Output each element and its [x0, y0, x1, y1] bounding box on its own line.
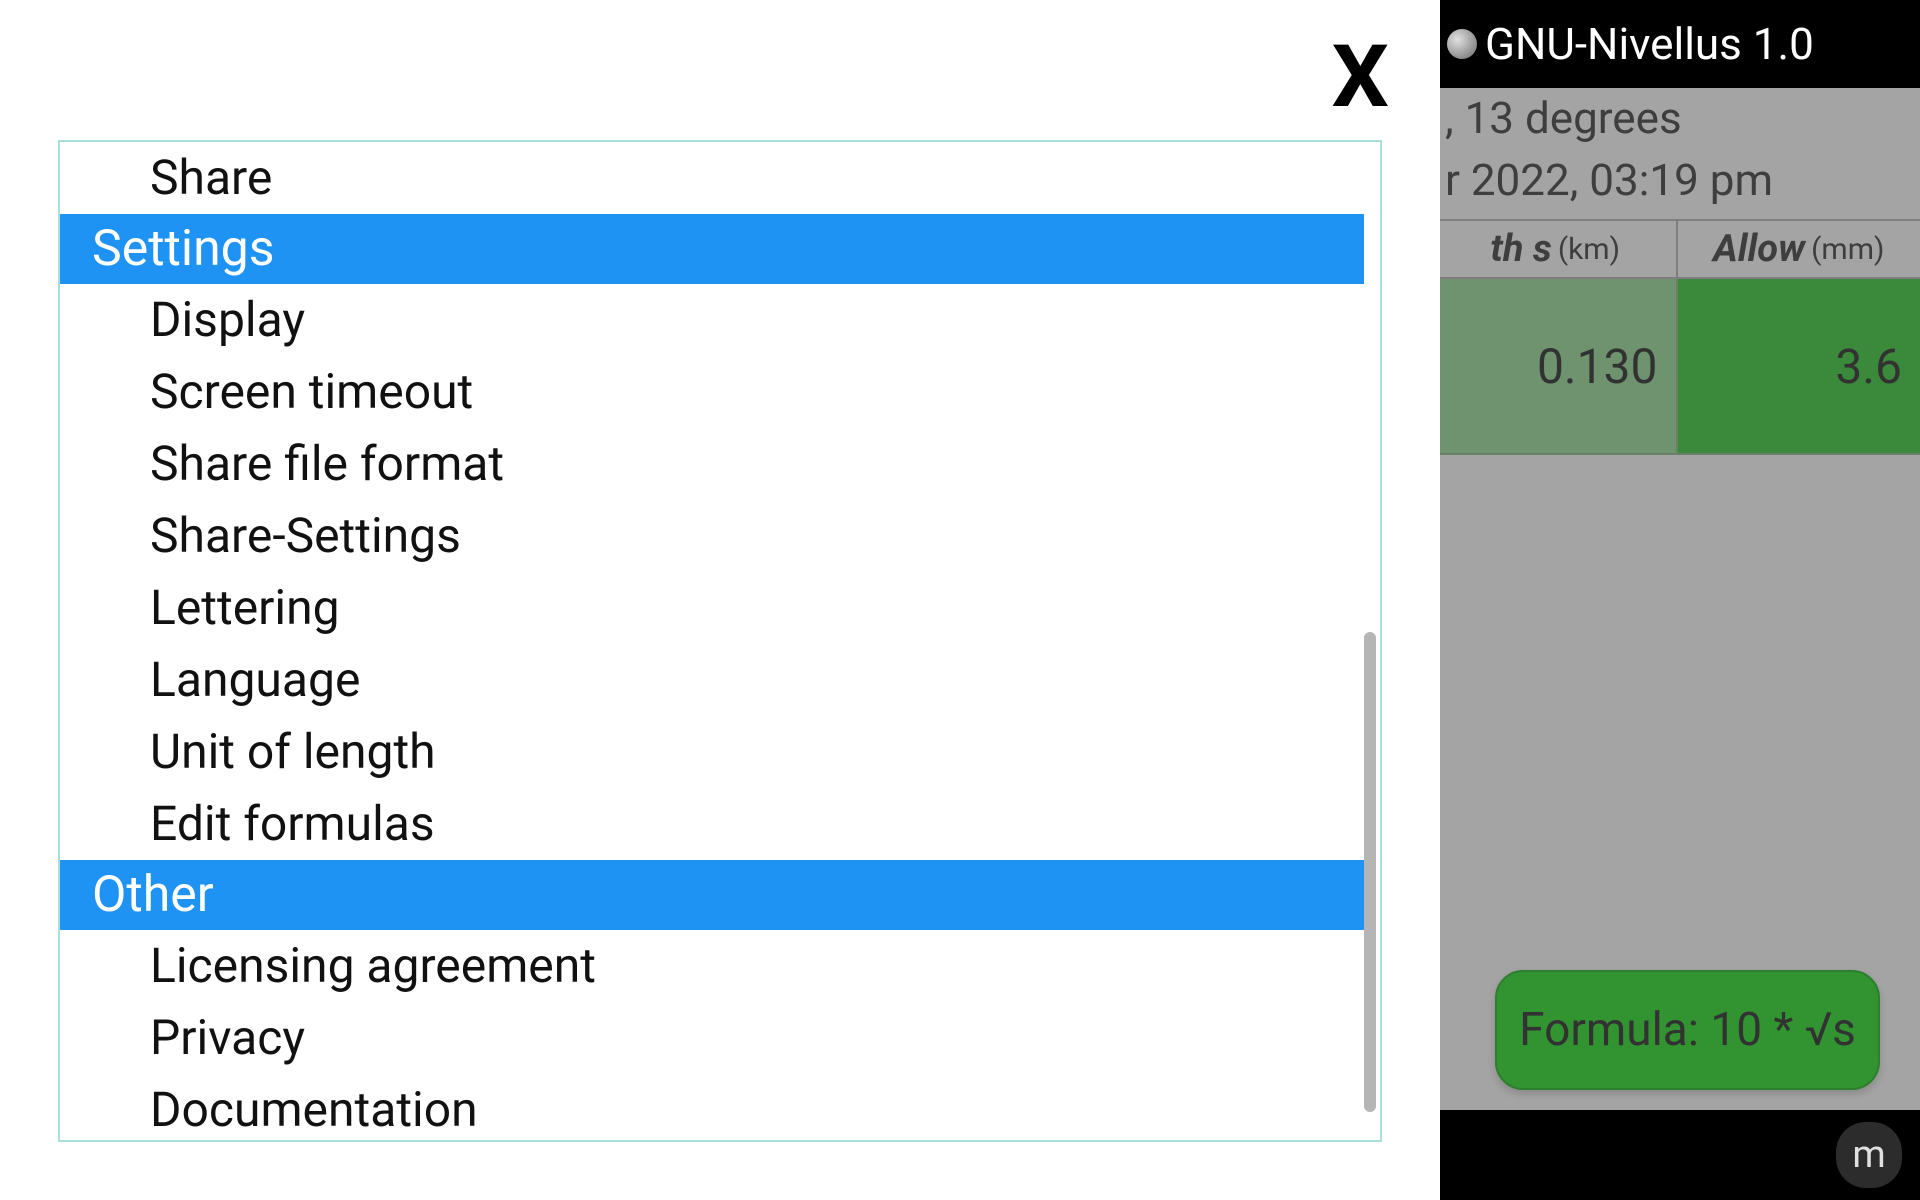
- menu-item-share-file-format[interactable]: Share file format: [60, 428, 1380, 500]
- app-titlebar: GNU-Nivellus 1.0: [1435, 0, 1920, 88]
- formula-button[interactable]: Formula: 10 * √s: [1495, 970, 1880, 1090]
- menu-item-privacy[interactable]: Privacy: [60, 1002, 1380, 1074]
- menu-item-lettering[interactable]: Lettering: [60, 572, 1380, 644]
- column-header-label: th s: [1490, 227, 1551, 271]
- table-row: 0.130 3.6: [1435, 279, 1920, 455]
- column-header-label: Allow: [1713, 227, 1805, 271]
- menu-item-edit-formulas[interactable]: Edit formulas: [60, 788, 1380, 860]
- menu-header-other[interactable]: Other: [60, 860, 1364, 930]
- menu-item-documentation[interactable]: Documentation: [60, 1074, 1380, 1140]
- scrollbar-thumb[interactable]: [1364, 632, 1376, 1112]
- app-body: , 13 degrees r 2022, 03:19 pm th s (km) …: [1435, 88, 1920, 1110]
- cell-length[interactable]: 0.130: [1435, 279, 1678, 455]
- m-badge[interactable]: m: [1836, 1122, 1902, 1188]
- info-line-1: , 13 degrees: [1445, 88, 1910, 150]
- column-header-unit: (km): [1558, 232, 1620, 267]
- info-block: , 13 degrees r 2022, 03:19 pm: [1435, 88, 1920, 219]
- close-icon[interactable]: X: [1332, 34, 1389, 120]
- bottom-bar: m: [1435, 1110, 1920, 1200]
- column-header-length: th s (km): [1435, 221, 1678, 277]
- table-header: th s (km) Allow (mm): [1435, 219, 1920, 279]
- menu-item-screen-timeout[interactable]: Screen timeout: [60, 356, 1380, 428]
- app-title: GNU-Nivellus 1.0: [1485, 18, 1814, 70]
- column-header-allow: Allow (mm): [1678, 221, 1920, 277]
- menu-header-settings[interactable]: Settings: [60, 214, 1364, 284]
- settings-modal: X Share Settings Display Screen timeout …: [0, 0, 1440, 1200]
- menu-item-share-settings[interactable]: Share-Settings: [60, 500, 1380, 572]
- background-app: GNU-Nivellus 1.0 , 13 degrees r 2022, 03…: [1435, 0, 1920, 1200]
- menu-item-unit-of-length[interactable]: Unit of length: [60, 716, 1380, 788]
- menu-container: Share Settings Display Screen timeout Sh…: [58, 140, 1382, 1142]
- info-line-2: r 2022, 03:19 pm: [1445, 150, 1910, 212]
- column-header-unit: (mm): [1811, 232, 1884, 267]
- menu-item-licensing[interactable]: Licensing agreement: [60, 930, 1380, 1002]
- menu-list[interactable]: Share Settings Display Screen timeout Sh…: [60, 142, 1380, 1140]
- title-dot-icon: [1447, 29, 1477, 59]
- menu-item-display[interactable]: Display: [60, 284, 1380, 356]
- cell-allow[interactable]: 3.6: [1678, 279, 1920, 455]
- menu-item-language[interactable]: Language: [60, 644, 1380, 716]
- menu-item-share[interactable]: Share: [60, 142, 1380, 214]
